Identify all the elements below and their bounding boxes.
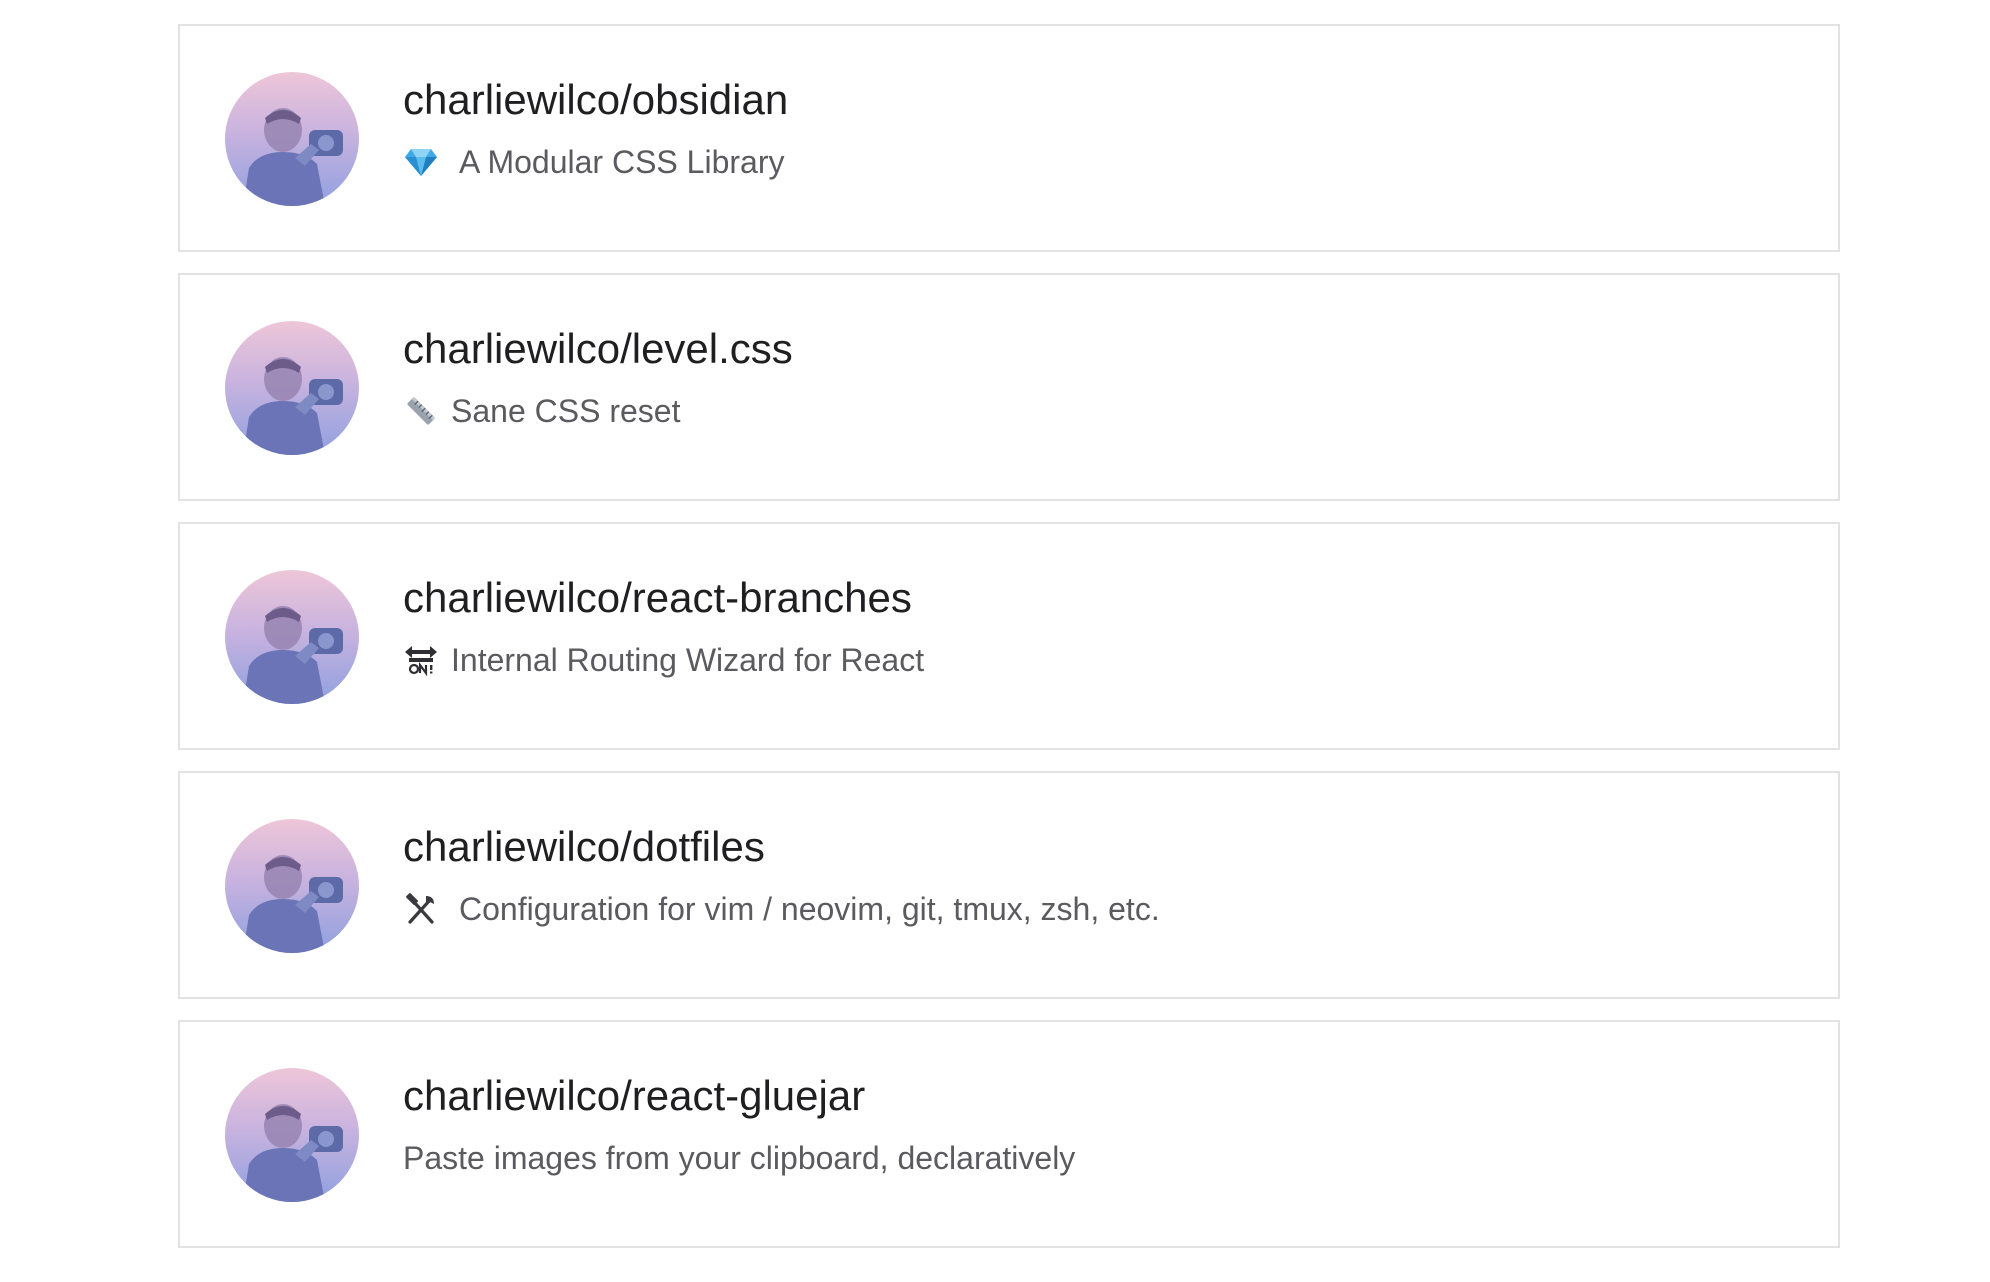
repo-card[interactable]: charliewilco/react-branches Internal Rou… — [178, 522, 1840, 750]
repo-card[interactable]: charliewilco/level.css Sane CSS reset — [178, 273, 1840, 501]
avatar[interactable] — [225, 321, 359, 455]
repo-list: charliewilco/obsidian A Modular CSS Libr… — [178, 24, 1840, 1269]
repo-card[interactable]: charliewilco/dotfiles Configuration for … — [178, 771, 1840, 999]
ruler-icon — [403, 393, 439, 429]
avatar[interactable] — [225, 72, 359, 206]
tools-icon — [403, 891, 439, 927]
repo-card[interactable]: charliewilco/react-gluejar Paste images … — [178, 1020, 1840, 1248]
repo-name[interactable]: charliewilco/react-branches — [403, 570, 912, 626]
repo-description-text: A Modular CSS Library — [459, 144, 785, 180]
repo-description-text: Paste images from your clipboard, declar… — [403, 1140, 1076, 1176]
repo-description-text: Sane CSS reset — [451, 393, 681, 429]
repo-description-text: Configuration for vim / neovim, git, tmu… — [459, 891, 1160, 927]
avatar[interactable] — [225, 570, 359, 704]
repo-description: Sane CSS reset — [403, 391, 680, 431]
on-arrow-icon — [403, 642, 439, 678]
repo-name[interactable]: charliewilco/obsidian — [403, 72, 788, 128]
repo-name[interactable]: charliewilco/dotfiles — [403, 819, 765, 875]
repo-description: Internal Routing Wizard for React — [403, 640, 924, 680]
avatar[interactable] — [225, 1068, 359, 1202]
repo-name[interactable]: charliewilco/react-gluejar — [403, 1068, 865, 1124]
repo-description: Paste images from your clipboard, declar… — [403, 1138, 1075, 1178]
avatar[interactable] — [225, 819, 359, 953]
repo-description-text: Internal Routing Wizard for React — [451, 642, 925, 678]
repo-card[interactable]: charliewilco/obsidian A Modular CSS Libr… — [178, 24, 1840, 252]
gem-icon — [403, 144, 439, 180]
repo-name[interactable]: charliewilco/level.css — [403, 321, 793, 377]
repo-description: Configuration for vim / neovim, git, tmu… — [403, 889, 1160, 929]
repo-description: A Modular CSS Library — [403, 142, 784, 182]
